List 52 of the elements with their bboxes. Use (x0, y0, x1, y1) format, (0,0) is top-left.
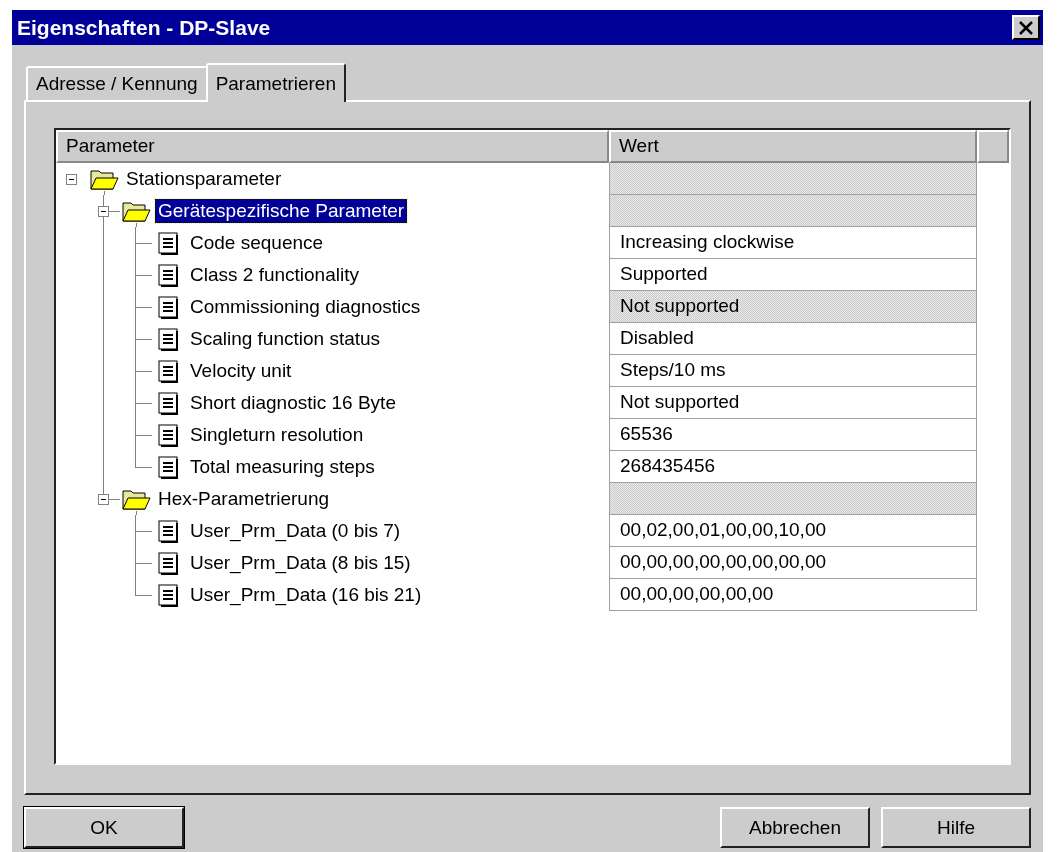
parameter-value[interactable]: 00,00,00,00,00,00 (609, 579, 977, 611)
parameter-name[interactable]: User_Prm_Data (8 bis 15) (187, 551, 414, 575)
parameter-name[interactable]: User_Prm_Data (16 bis 21) (187, 583, 425, 607)
parameter-name[interactable]: Class 2 functionality (187, 263, 362, 287)
window-title: Eigenschaften - DP-Slave (17, 15, 271, 40)
parameter-value[interactable]: Supported (609, 259, 977, 291)
dialog-button[interactable]: Abbrechen (720, 807, 870, 848)
close-button[interactable] (1012, 15, 1040, 40)
parameter-name[interactable]: Velocity unit (187, 359, 295, 383)
parameter-name[interactable]: Total measuring steps (187, 455, 378, 479)
column-header[interactable]: Parameter (56, 130, 609, 163)
parameter-name[interactable]: Singleturn resolution (187, 423, 367, 447)
document-icon (156, 583, 180, 607)
document-icon (156, 551, 180, 575)
tab[interactable]: Adresse / Kennung (26, 66, 208, 100)
parameter-value[interactable]: Steps/10 ms (609, 355, 977, 387)
parameter-value[interactable]: 00,00,00,00,00,00,00,00 (609, 547, 977, 579)
parameter-name[interactable]: Stationsparameter (123, 167, 285, 191)
document-icon (156, 519, 180, 543)
folder-icon (89, 167, 119, 191)
parameter-name[interactable]: Gerätespezifische Parameter (155, 199, 408, 223)
document-icon (156, 327, 180, 351)
folder-icon (121, 487, 151, 511)
parameter-name[interactable]: Hex-Parametrierung (155, 487, 333, 511)
document-icon (156, 359, 180, 383)
parameter-name[interactable]: Scaling function status (187, 327, 384, 351)
document-icon (156, 231, 180, 255)
document-icon (156, 455, 180, 479)
collapse-toggle[interactable] (98, 494, 109, 505)
parameter-name[interactable]: User_Prm_Data (0 bis 7) (187, 519, 404, 543)
collapse-toggle[interactable] (98, 206, 109, 217)
document-icon (156, 423, 180, 447)
folder-icon (121, 199, 151, 223)
close-icon (1018, 20, 1034, 35)
parameter-value[interactable]: 268435456 (609, 451, 977, 483)
dialog-button[interactable]: Hilfe (881, 807, 1031, 848)
document-icon (156, 263, 180, 287)
parameter-value[interactable]: Disabled (609, 323, 977, 355)
parameter-value[interactable]: 65536 (609, 419, 977, 451)
document-icon (156, 295, 180, 319)
column-header[interactable]: Wert (609, 130, 977, 163)
parameter-name[interactable]: Short diagnostic 16 Byte (187, 391, 399, 415)
tab[interactable]: Parametrieren (205, 63, 346, 102)
parameter-value[interactable]: 00,02,00,01,00,00,10,00 (609, 515, 977, 547)
parameter-value[interactable]: Not supported (609, 387, 977, 419)
document-icon (156, 391, 180, 415)
collapse-toggle[interactable] (66, 174, 77, 185)
ok-button[interactable]: OK (24, 807, 184, 848)
parameter-value[interactable]: Not supported (609, 291, 977, 323)
parameter-name[interactable]: Code sequence (187, 231, 327, 255)
parameter-name[interactable]: Commissioning diagnostics (187, 295, 424, 319)
parameter-value[interactable]: Increasing clockwise (609, 227, 977, 259)
